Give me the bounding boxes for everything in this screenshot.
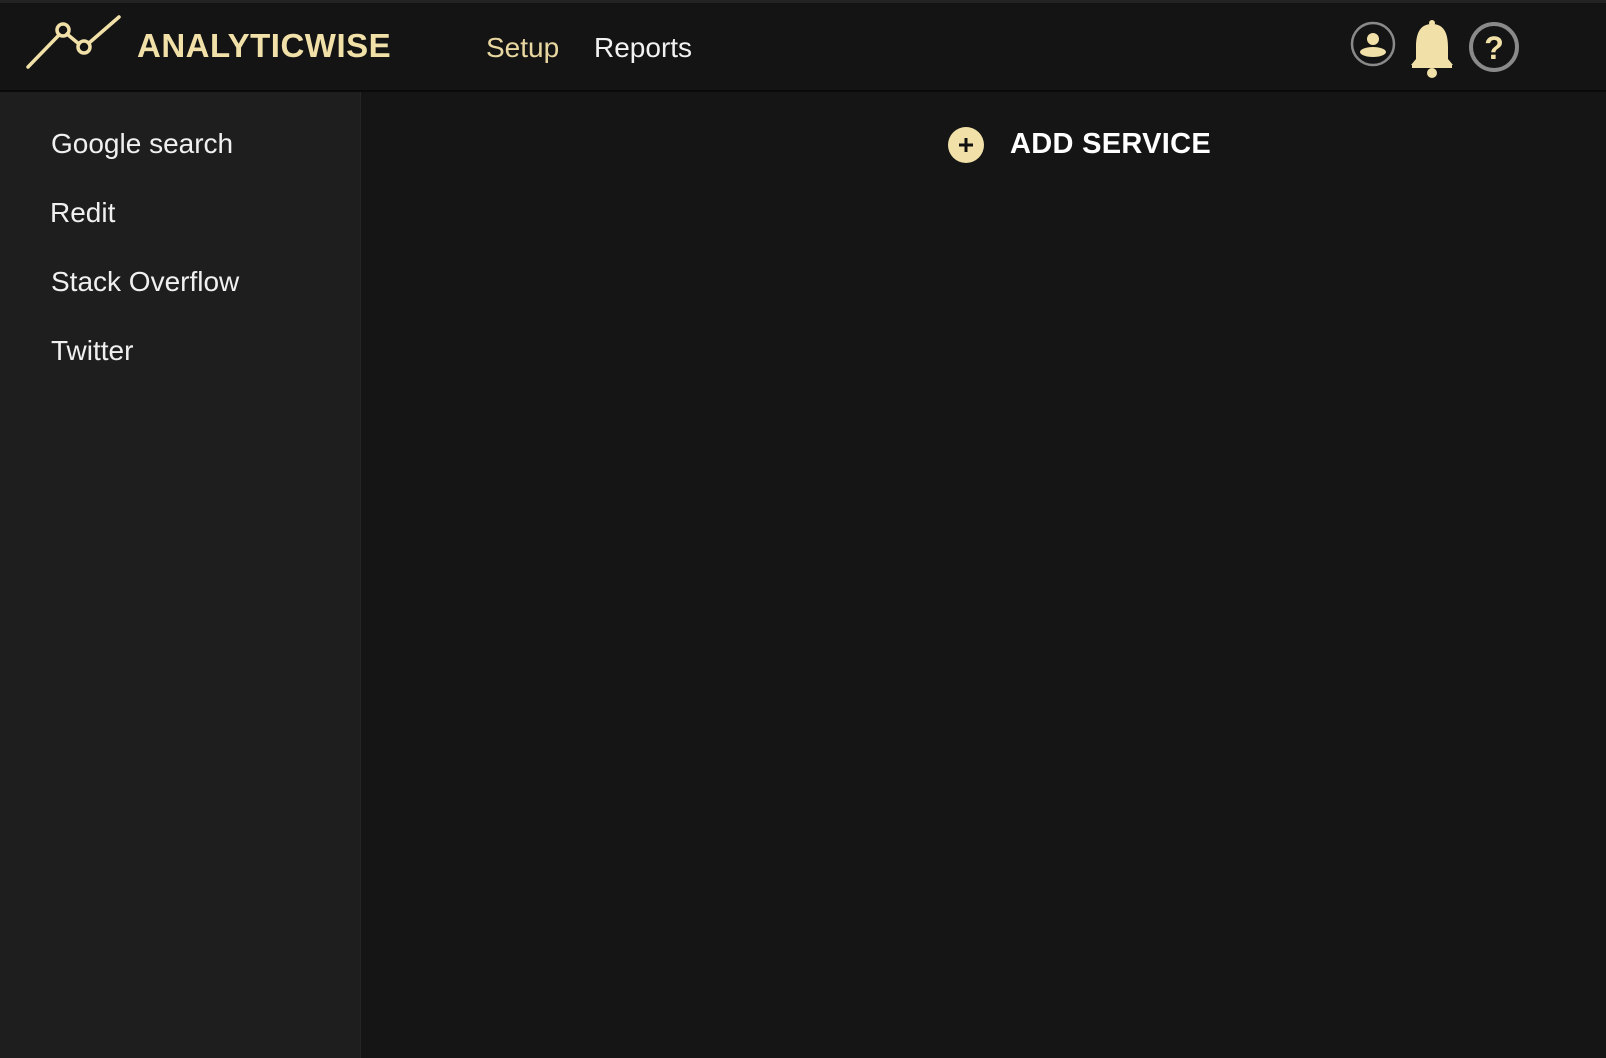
user-icon[interactable] <box>1350 19 1396 71</box>
bell-icon[interactable] <box>1408 19 1456 79</box>
sidebar-item-stack-overflow[interactable]: Stack Overflow <box>51 266 239 298</box>
nav-reports[interactable]: Reports <box>594 32 692 64</box>
sidebar-item-google-search[interactable]: Google search <box>51 128 233 160</box>
nav-setup[interactable]: Setup <box>486 32 559 64</box>
plus-circle-icon <box>948 127 984 163</box>
sidebar-item-twitter[interactable]: Twitter <box>51 335 133 367</box>
main-content: ADD SERVICE <box>361 92 1606 1058</box>
sidebar: Google search Redit Stack Overflow Twitt… <box>0 92 361 1058</box>
sidebar-item-redit[interactable]: Redit <box>50 197 115 229</box>
line-chart-logo-icon <box>26 15 121 69</box>
add-service-label: ADD SERVICE <box>1010 128 1211 160</box>
help-icon[interactable]: ? <box>1468 21 1520 73</box>
svg-text:?: ? <box>1484 30 1504 66</box>
brand-name: ANALYTICWISE <box>137 27 392 64</box>
app-window: ANALYTICWISE Setup Reports ? Google sear… <box>0 0 1606 1058</box>
top-header: ANALYTICWISE Setup Reports ? <box>0 0 1606 92</box>
